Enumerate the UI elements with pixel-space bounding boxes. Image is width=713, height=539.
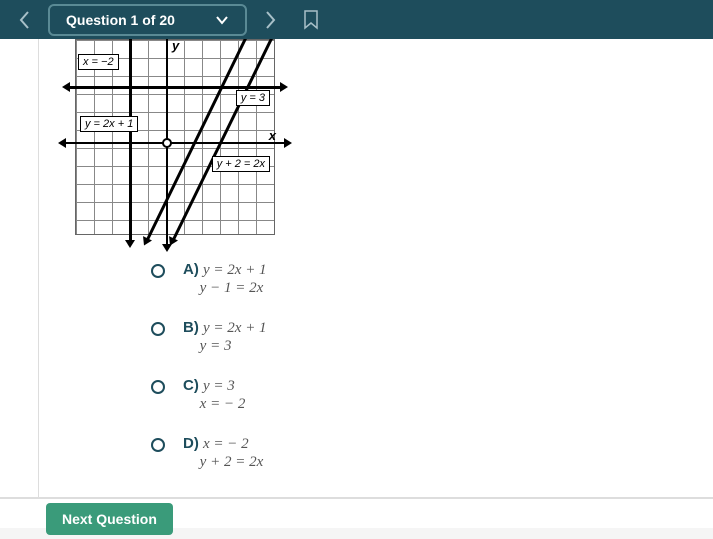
answer-option-a[interactable]: A) y = 2x + 1 y − 1 = 2x (151, 261, 713, 297)
radio-d[interactable] (151, 438, 165, 452)
answer-option-c[interactable]: C) y = 3 x = − 2 (151, 377, 713, 413)
bookmark-button[interactable] (295, 4, 327, 36)
answer-text-a: A) y = 2x + 1 y − 1 = 2x (183, 261, 267, 297)
graph-line-diag-1 (146, 39, 250, 241)
answer-c-line1: y = 3 (203, 378, 235, 394)
left-sidebar (0, 39, 38, 528)
next-question-button[interactable]: Next Question (46, 503, 173, 535)
chevron-down-icon (215, 15, 229, 25)
radio-b[interactable] (151, 322, 165, 336)
answer-text-b: B) y = 2x + 1 y = 3 (183, 319, 267, 355)
answer-c-line2: x = − 2 (200, 396, 246, 412)
question-content: x y x = −2 y = 3 y = 2x + 1 y + 2 = 2x A… (38, 39, 713, 497)
y-axis-label: y (172, 39, 179, 53)
question-selector-label: Question 1 of 20 (66, 12, 175, 28)
answer-b-line1: y = 2x + 1 (203, 320, 267, 336)
open-point-icon (162, 138, 172, 148)
graph-line-horizontal (68, 86, 282, 89)
question-selector[interactable]: Question 1 of 20 (48, 4, 247, 36)
graph-container: x y x = −2 y = 3 y = 2x + 1 y + 2 = 2x (39, 39, 713, 245)
answer-text-c: C) y = 3 x = − 2 (183, 377, 245, 413)
answer-text-d: D) x = − 2 y + 2 = 2x (183, 435, 263, 471)
chevron-right-icon (265, 10, 277, 30)
answer-d-line1: x = − 2 (203, 436, 249, 452)
radio-c[interactable] (151, 380, 165, 394)
answer-choices: A) y = 2x + 1 y − 1 = 2x B) y = 2x + 1 y… (39, 245, 713, 471)
radio-a[interactable] (151, 264, 165, 278)
graph-line-diag-2 (172, 39, 276, 241)
graph-line-vertical (129, 39, 132, 242)
graph-label-2: y = 3 (236, 90, 270, 106)
x-axis-label: x (269, 128, 276, 143)
answer-label-d: D) (183, 435, 199, 452)
graph-label-4: y + 2 = 2x (212, 156, 270, 172)
graph-label-3: y = 2x + 1 (80, 116, 138, 132)
answer-b-line2: y = 3 (200, 338, 232, 354)
prev-question-button[interactable] (8, 4, 40, 36)
answer-a-line1: y = 2x + 1 (203, 262, 267, 278)
next-question-arrow[interactable] (255, 4, 287, 36)
header-bar: Question 1 of 20 (0, 0, 713, 39)
answer-option-d[interactable]: D) x = − 2 y + 2 = 2x (151, 435, 713, 471)
bookmark-icon (303, 10, 319, 30)
answer-label-c: C) (183, 377, 199, 394)
coordinate-graph: x y x = −2 y = 3 y = 2x + 1 y + 2 = 2x (75, 39, 275, 235)
answer-option-b[interactable]: B) y = 2x + 1 y = 3 (151, 319, 713, 355)
answer-label-a: A) (183, 261, 199, 278)
footer-bar: Next Question (0, 497, 713, 528)
answer-a-line2: y − 1 = 2x (200, 280, 264, 296)
answer-d-line2: y + 2 = 2x (200, 454, 264, 470)
chevron-left-icon (18, 10, 30, 30)
answer-label-b: B) (183, 319, 199, 336)
x-axis (66, 142, 284, 144)
graph-label-1: x = −2 (78, 54, 119, 70)
